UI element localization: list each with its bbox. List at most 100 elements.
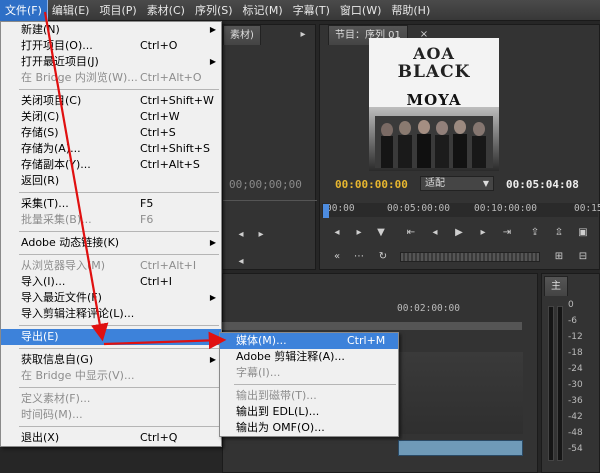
output-icon[interactable]: ⊟ bbox=[575, 250, 591, 264]
menu-item-label: 新建(N) bbox=[21, 23, 60, 36]
file-menu-item[interactable]: 获取信息自(G) ▶ bbox=[1, 352, 221, 368]
program-video-frame: AOA BLACK MOYA bbox=[369, 38, 499, 171]
ruler-label: 00:00 bbox=[326, 203, 355, 214]
panel-menu-icon[interactable]: ▸ bbox=[295, 28, 311, 42]
file-menu-item[interactable]: Adobe 动态链接(K) ▶ bbox=[1, 235, 221, 251]
menu-item-label: 时间码(M)... bbox=[21, 408, 83, 421]
menu-item-label: 关闭(C) bbox=[21, 110, 60, 123]
export-menu-item[interactable]: 输出到 EDL(L)... bbox=[220, 404, 398, 420]
timeline-ruler[interactable]: 00:02:00:00 bbox=[222, 303, 522, 317]
menu-help[interactable]: 帮助(H) bbox=[386, 0, 435, 21]
program-current-timecode[interactable]: 00:00:00:00 bbox=[335, 178, 408, 191]
file-menu-item: 批量采集(B)... F6 bbox=[1, 212, 221, 228]
go-to-in-icon[interactable]: ⇤ bbox=[403, 226, 419, 240]
menu-item-label: 退出(X) bbox=[21, 431, 60, 444]
source-mark-control[interactable]: ◂ bbox=[233, 255, 249, 269]
file-menu: 新建(N) ▶ 打开项目(O)... Ctrl+O 打开最近项目(J) ▶ 在 Bridge… bbox=[0, 21, 222, 447]
menu-sequence[interactable]: 序列(S) bbox=[190, 0, 238, 21]
timeline-clip[interactable] bbox=[398, 440, 523, 456]
zoom-value: 适配 bbox=[425, 178, 445, 189]
source-tab[interactable]: 素材) bbox=[223, 25, 261, 45]
menu-item-label: 输出到 EDL(L)... bbox=[236, 405, 320, 418]
export-menu-item[interactable]: Adobe 剪辑注释(A)... bbox=[220, 349, 398, 365]
file-menu-item[interactable]: 退出(X) Ctrl+Q bbox=[1, 430, 221, 446]
menu-separator bbox=[1, 228, 221, 235]
export-menu-item[interactable]: 输出为 OMF(O)... bbox=[220, 420, 398, 436]
file-menu-item[interactable]: 关闭项目(C) Ctrl+Shift+W bbox=[1, 93, 221, 109]
menu-separator bbox=[1, 189, 221, 196]
file-menu-item[interactable]: 存储副本(Y)... Ctrl+Alt+S bbox=[1, 157, 221, 173]
file-menu-item[interactable]: 导出(E) ▶ bbox=[1, 329, 221, 345]
file-menu-item[interactable]: 导入剪辑注释评论(L)... bbox=[1, 306, 221, 322]
album-title-line3: MOYA bbox=[406, 91, 462, 109]
audio-master-tab[interactable]: 主 bbox=[544, 276, 568, 296]
zoom-dropdown[interactable]: 适配 ▼ bbox=[420, 176, 494, 191]
menu-item-shortcut: F6 bbox=[140, 213, 154, 226]
source-monitor-panel: 素材) ▸ 00;00;00;00 ◂ ▸ ◂ bbox=[222, 24, 317, 270]
menu-marker[interactable]: 标记(M) bbox=[238, 0, 288, 21]
file-menu-item[interactable]: 存储(S) Ctrl+S bbox=[1, 125, 221, 141]
menu-item-shortcut: Ctrl+O bbox=[140, 39, 178, 52]
menu-item-shortcut: Ctrl+W bbox=[140, 110, 180, 123]
db-label: -30 bbox=[568, 380, 583, 390]
menu-separator bbox=[1, 423, 221, 430]
go-to-out-icon[interactable]: ⇥ bbox=[499, 226, 515, 240]
set-out-icon[interactable]: ▸ bbox=[351, 226, 367, 240]
export-submenu: 媒体(M)... Ctrl+M Adobe 剪辑注释(A)... 字幕(I)... 输出… bbox=[219, 332, 399, 437]
menu-item-label: 媒体(M)... bbox=[236, 334, 287, 347]
file-menu-item[interactable]: 打开最近项目(J) ▶ bbox=[1, 54, 221, 70]
menu-item-shortcut: Ctrl+Alt+S bbox=[140, 158, 200, 171]
playhead-marker[interactable] bbox=[323, 204, 329, 218]
step-forward-icon[interactable]: ▸ bbox=[475, 226, 491, 240]
file-menu-item: 时间码(M)... bbox=[1, 407, 221, 423]
audio-db-scale: 0 -6 -12 -18 -24 -30 -36 -42 -48 -54 bbox=[568, 300, 598, 465]
file-menu-item[interactable]: 关闭(C) Ctrl+W bbox=[1, 109, 221, 125]
file-menu-item[interactable]: 打开项目(O)... Ctrl+O bbox=[1, 38, 221, 54]
ruler-label: 00:10:00:00 bbox=[474, 203, 537, 214]
db-label: -54 bbox=[568, 444, 583, 454]
file-menu-item[interactable]: 采集(T)... F5 bbox=[1, 196, 221, 212]
step-back-icon[interactable]: ◂ bbox=[427, 226, 443, 240]
menu-title[interactable]: 字幕(T) bbox=[288, 0, 335, 21]
marker-icon[interactable]: ▼ bbox=[373, 226, 389, 240]
jog-icon[interactable]: ⋯ bbox=[351, 250, 367, 264]
menu-separator bbox=[220, 381, 398, 388]
loop-icon[interactable]: ↻ bbox=[375, 250, 391, 264]
file-menu-item[interactable]: 导入(I)... Ctrl+I bbox=[1, 274, 221, 290]
menu-item-label: 导入最近文件(F) bbox=[21, 291, 102, 304]
menu-clip[interactable]: 素材(C) bbox=[142, 0, 190, 21]
db-label: -48 bbox=[568, 428, 583, 438]
safe-margins-icon[interactable]: ⊞ bbox=[551, 250, 567, 264]
menu-item-label: 导出(E) bbox=[21, 330, 59, 343]
file-menu-item[interactable]: 返回(R) bbox=[1, 173, 221, 189]
menu-edit[interactable]: 编辑(E) bbox=[47, 0, 95, 21]
menu-item-shortcut: Ctrl+Q bbox=[140, 431, 178, 444]
ruler-label: 00:02:00:00 bbox=[397, 303, 460, 314]
export-frame-icon[interactable]: ▣ bbox=[575, 226, 591, 240]
menu-file[interactable]: 文件(F) bbox=[0, 0, 48, 22]
extract-icon[interactable]: ⇫ bbox=[551, 226, 567, 240]
play-icon[interactable]: ▶ bbox=[451, 226, 467, 240]
menu-separator bbox=[1, 86, 221, 93]
source-step-control[interactable]: ▸ bbox=[253, 228, 269, 242]
menu-item-label: 字幕(I)... bbox=[236, 366, 281, 379]
file-menu-item[interactable]: 存储为(A)... Ctrl+Shift+S bbox=[1, 141, 221, 157]
shuttle-back-icon[interactable]: « bbox=[329, 250, 345, 264]
menu-separator bbox=[1, 345, 221, 352]
file-menu-item[interactable]: 新建(N) ▶ bbox=[1, 22, 221, 38]
menu-item-shortcut: F5 bbox=[140, 197, 154, 210]
file-menu-item[interactable]: 导入最近文件(F) ▶ bbox=[1, 290, 221, 306]
lift-icon[interactable]: ⇪ bbox=[527, 226, 543, 240]
source-play-control[interactable]: ◂ bbox=[233, 228, 249, 242]
timeline-work-area-bar[interactable] bbox=[222, 322, 522, 330]
export-menu-item: 字幕(I)... bbox=[220, 365, 398, 381]
export-menu-item[interactable]: 媒体(M)... Ctrl+M bbox=[220, 333, 398, 349]
set-in-icon[interactable]: ◂ bbox=[329, 226, 345, 240]
source-timecode[interactable]: 00;00;00;00 bbox=[229, 178, 302, 191]
menu-item-label: 返回(R) bbox=[21, 174, 60, 187]
submenu-arrow-icon: ▶ bbox=[209, 332, 216, 341]
jog-shuttle[interactable] bbox=[400, 252, 540, 262]
menu-window[interactable]: 窗口(W) bbox=[335, 0, 386, 21]
program-ruler[interactable]: 00:00 00:05:00:00 00:10:00:00 00:15 bbox=[322, 203, 600, 217]
menu-project[interactable]: 项目(P) bbox=[94, 0, 141, 21]
